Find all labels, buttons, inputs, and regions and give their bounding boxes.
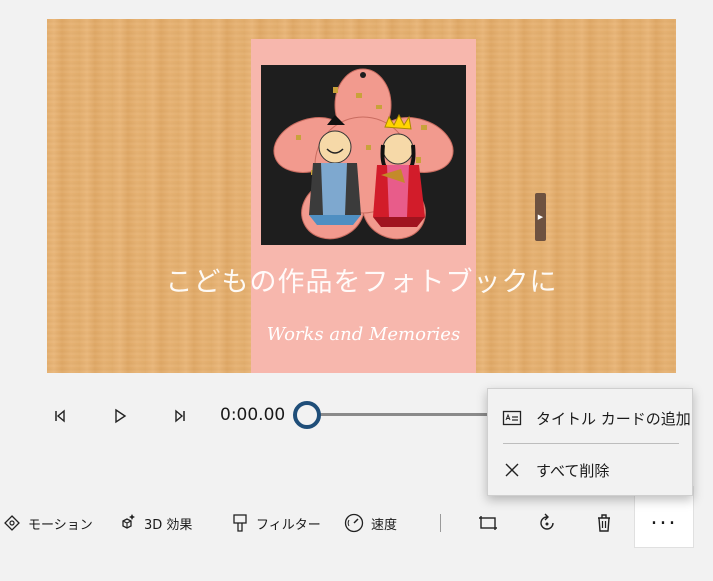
seek-thumb[interactable] <box>293 401 321 429</box>
rotate-button[interactable] <box>532 508 562 538</box>
filters-button[interactable]: フィルター <box>230 510 321 536</box>
motion-button[interactable]: モーション <box>2 510 93 536</box>
motion-icon <box>4 515 20 531</box>
title-card-icon <box>488 410 536 426</box>
toolbar-divider <box>440 514 441 532</box>
time-display: 0:00.00 <box>220 405 286 425</box>
crop-icon <box>479 516 497 530</box>
more-options-menu: タイトル カードの追加 すべて削除 <box>487 388 693 496</box>
book-subtitle: Works and Memories <box>266 324 461 345</box>
resize-handle[interactable]: ▶ <box>535 193 546 241</box>
delete-all-menu-item[interactable]: すべて削除 <box>488 447 694 493</box>
delete-button[interactable] <box>589 508 619 538</box>
speedometer-icon <box>344 513 364 533</box>
crop-button[interactable] <box>473 508 503 538</box>
edit-toolbar: モーション 3D 効果 フィルター 速度 ... <box>0 486 713 581</box>
3d-effects-icon <box>122 514 135 529</box>
3d-effects-label: 3D 効果 <box>144 517 193 533</box>
add-title-card-menu-item[interactable]: タイトル カードの追加 <box>488 395 694 441</box>
delete-all-label: すべて削除 <box>536 461 610 480</box>
speed-label: 速度 <box>371 517 398 533</box>
more-options-icon: ... <box>650 504 678 530</box>
menu-divider <box>503 443 679 444</box>
play-icon <box>115 408 127 424</box>
filter-brush-icon <box>233 514 247 532</box>
add-title-card-label: タイトル カードの追加 <box>536 409 691 428</box>
previous-frame-button[interactable] <box>48 404 72 428</box>
seek-bar[interactable] <box>307 413 497 416</box>
trash-icon <box>598 514 610 532</box>
3d-effects-button[interactable]: 3D 効果 <box>116 510 192 536</box>
hina-doll-artwork <box>261 65 466 245</box>
rotate-icon <box>540 513 554 530</box>
photobook-cover: Works and Memories <box>251 39 476 373</box>
filters-label: フィルター <box>256 517 321 533</box>
next-frame-button[interactable] <box>168 404 192 428</box>
video-preview: Works and Memories こどもの作品をフォトブックに ▶ <box>47 19 676 373</box>
title-caption-overlay: こどもの作品をフォトブックに <box>165 267 558 298</box>
speed-button[interactable]: 速度 <box>343 510 397 536</box>
motion-label: モーション <box>28 517 93 533</box>
step-forward-icon <box>175 409 185 423</box>
chevron-right-icon: ▶ <box>537 213 544 221</box>
step-back-icon <box>55 409 65 423</box>
close-icon <box>488 462 536 478</box>
play-button[interactable] <box>108 404 132 428</box>
